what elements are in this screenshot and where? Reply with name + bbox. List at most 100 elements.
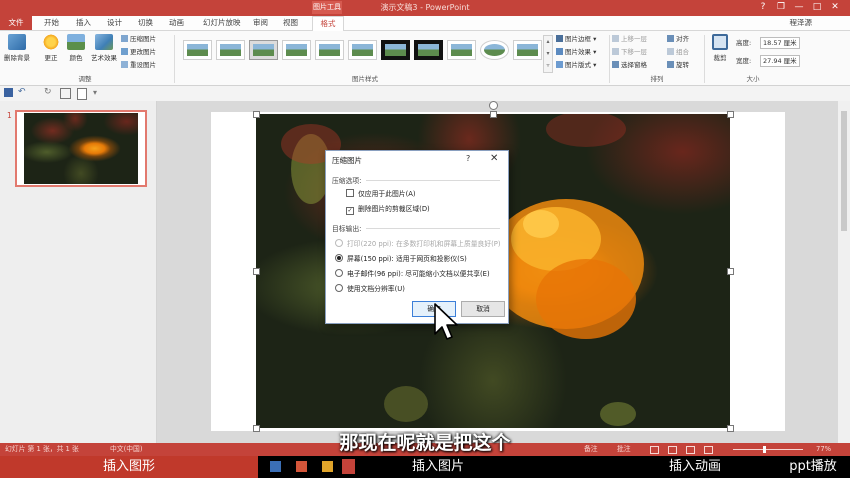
- tab-slideshow[interactable]: 幻灯片放映: [203, 16, 241, 30]
- new-file-icon[interactable]: [77, 88, 87, 100]
- tab-review[interactable]: 审阅: [253, 16, 268, 30]
- nav-insert-animation[interactable]: 插入动画: [620, 456, 770, 478]
- tab-animations[interactable]: 动画: [169, 16, 184, 30]
- send-backward-button[interactable]: 下移一层: [612, 47, 647, 57]
- correct-button[interactable]: 更正: [38, 34, 64, 70]
- tab-design[interactable]: 设计: [107, 16, 122, 30]
- email-radio[interactable]: 电子邮件(96 ppi): 尽可能缩小文档以便共享(E): [335, 268, 490, 280]
- group-button[interactable]: 组合: [667, 47, 689, 57]
- compress-picture-button[interactable]: 压缩图片: [121, 34, 156, 44]
- rotate-button[interactable]: 旋转: [667, 60, 689, 70]
- resize-handle-top-left[interactable]: [253, 111, 260, 118]
- cancel-button[interactable]: 取消: [461, 301, 505, 317]
- powerpoint-icon: [342, 459, 355, 474]
- picture-style-5[interactable]: [315, 40, 344, 60]
- picture-effect-button[interactable]: 图片效果 ▾: [556, 47, 596, 57]
- picture-style-4[interactable]: [282, 40, 311, 60]
- picture-effect-icon: [556, 48, 563, 55]
- radio-icon: [335, 269, 343, 277]
- title-bar: 演示文稿3 - PowerPoint 图片工具 ? ❐ — □ ✕: [0, 0, 850, 16]
- user-account[interactable]: 程泽源: [790, 16, 813, 30]
- ribbon-display-button[interactable]: ❐: [775, 2, 787, 13]
- mouse-pointer-icon: [434, 303, 458, 340]
- redo-icon[interactable]: ↻: [44, 87, 52, 97]
- align-icon: [667, 35, 674, 42]
- quick-access-toolbar: ↶ ↻ ▾: [0, 86, 850, 101]
- picture-border-button[interactable]: 图片边框 ▾: [556, 34, 596, 44]
- picture-style-2[interactable]: [216, 40, 245, 60]
- close-button[interactable]: ✕: [829, 2, 841, 13]
- compress-options-heading: 压缩选项:: [332, 177, 362, 185]
- picture-style-3[interactable]: [249, 40, 278, 60]
- resize-handle-top-right[interactable]: [727, 111, 734, 118]
- color-button[interactable]: 颜色: [63, 34, 89, 70]
- picture-border-icon: [556, 35, 563, 42]
- resize-handle-left[interactable]: [253, 268, 260, 275]
- crop-button[interactable]: 裁剪: [707, 34, 733, 70]
- ribbon-tab-row: 文件 开始 插入 设计 切换 动画 幻灯片放映 审阅 视图 格式 程泽源: [0, 16, 850, 31]
- resize-handle-top[interactable]: [490, 111, 497, 118]
- thumbnail-image: [24, 113, 138, 184]
- tab-view[interactable]: 视图: [283, 16, 298, 30]
- change-picture-button[interactable]: 更改图片: [121, 47, 156, 57]
- tab-file[interactable]: 文件: [0, 16, 32, 30]
- delete-cropped-areas-checkbox[interactable]: ✓ 删除图片的剪裁区域(D): [346, 203, 430, 215]
- slide-thumbnail-panel: 1: [0, 101, 157, 443]
- help-button[interactable]: ?: [757, 2, 769, 13]
- picture-layout-button[interactable]: 图片版式 ▾: [556, 60, 596, 70]
- only-this-picture-checkbox[interactable]: 仅应用于此图片(A): [346, 188, 416, 200]
- dialog-title: 压缩图片: [332, 156, 362, 165]
- compress-pictures-dialog: 压缩图片 ? ✕ 压缩选项: 仅应用于此图片(A) ✓ 删除图片的剪裁区域(D) …: [325, 150, 509, 324]
- art-effect-button[interactable]: 艺术效果: [89, 34, 119, 70]
- picture-style-7[interactable]: [381, 40, 410, 60]
- resize-handle-right[interactable]: [727, 268, 734, 275]
- window-title: 演示文稿3 - PowerPoint: [380, 3, 470, 12]
- vertical-scrollbar[interactable]: [838, 101, 850, 443]
- picture-style-10[interactable]: [480, 40, 509, 60]
- crop-icon: [712, 34, 728, 50]
- screen-radio[interactable]: 屏幕(150 ppi): 适用于网页和投影仪(S): [335, 253, 467, 265]
- width-input[interactable]: 27.94 厘米: [760, 55, 800, 67]
- adjust-group-label: 调整: [78, 75, 92, 83]
- sun-icon: [42, 34, 60, 50]
- target-output-heading: 目标输出:: [332, 225, 362, 233]
- nav-insert-picture[interactable]: 插入图片: [360, 456, 516, 478]
- height-input[interactable]: 18.57 厘米: [760, 37, 800, 49]
- selection-pane-button[interactable]: 选择窗格: [612, 60, 647, 70]
- rotate-handle[interactable]: [489, 101, 498, 110]
- tab-home[interactable]: 开始: [44, 16, 59, 30]
- align-button[interactable]: 对齐: [667, 34, 689, 44]
- art-effect-icon: [95, 34, 113, 50]
- tab-transitions[interactable]: 切换: [138, 16, 153, 30]
- undo-icon[interactable]: ↶: [18, 87, 26, 97]
- slideshow-icon[interactable]: [60, 88, 71, 99]
- folder-icon: [322, 461, 333, 472]
- minimize-button[interactable]: —: [793, 2, 805, 13]
- nav-ppt-play[interactable]: ppt播放: [776, 456, 850, 478]
- dialog-help-button[interactable]: ?: [466, 154, 470, 163]
- print-radio[interactable]: 打印(220 ppi): 在多数打印机和屏幕上质量良好(P): [335, 238, 501, 250]
- bring-forward-button[interactable]: 上移一层: [612, 34, 647, 44]
- picture-style-6[interactable]: [348, 40, 377, 60]
- radio-selected-icon: [335, 254, 343, 262]
- remove-background-button[interactable]: 删除背景: [2, 34, 32, 70]
- tab-format[interactable]: 格式: [312, 16, 344, 31]
- maximize-button[interactable]: □: [811, 2, 823, 13]
- picture-style-1[interactable]: [183, 40, 212, 60]
- picture-style-11[interactable]: [513, 40, 542, 60]
- checkbox-unchecked-icon: [346, 189, 354, 197]
- reset-picture-button[interactable]: 重设图片: [121, 60, 156, 70]
- picture-layout-icon: [556, 61, 563, 68]
- start-icon: [270, 461, 281, 472]
- document-resolution-radio[interactable]: 使用文档分辨率(U): [335, 283, 405, 295]
- gallery-scroll[interactable]: ▴ ▾ ▿: [543, 35, 553, 73]
- customize-qat-icon[interactable]: ▾: [93, 88, 97, 97]
- picture-style-8[interactable]: [414, 40, 443, 60]
- picture-style-9[interactable]: [447, 40, 476, 60]
- slide-thumbnail[interactable]: [15, 110, 147, 187]
- dialog-close-button[interactable]: ✕: [490, 153, 498, 164]
- arrange-group-label: 排列: [650, 75, 664, 83]
- tab-insert[interactable]: 插入: [76, 16, 91, 30]
- save-icon[interactable]: [4, 88, 13, 97]
- nav-insert-shape[interactable]: 插入图形: [0, 456, 258, 478]
